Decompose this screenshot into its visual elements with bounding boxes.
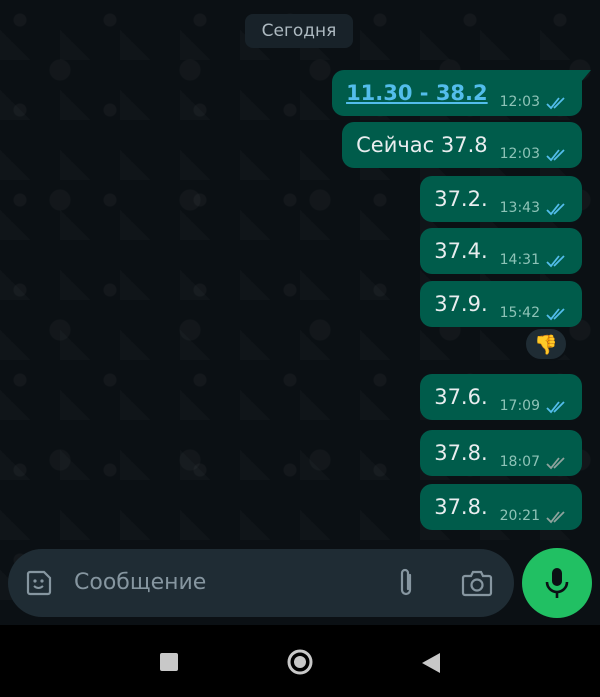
- message-input[interactable]: Сообщение: [74, 570, 206, 595]
- message-time: 20:21: [499, 508, 540, 524]
- message-bubble[interactable]: 37.8. 20:21: [420, 484, 582, 530]
- voice-record-button[interactable]: [522, 548, 592, 618]
- delivered-ticks-icon: [546, 456, 568, 470]
- message-bubble[interactable]: 37.8. 18:07: [420, 430, 582, 476]
- message-time: 15:42: [499, 305, 540, 321]
- message-text: Сейчас 37.8: [356, 133, 488, 157]
- microphone-icon: [544, 566, 570, 600]
- message-text: 37.9.: [434, 292, 488, 316]
- system-navigation-bar: [0, 625, 600, 697]
- read-ticks-icon: [546, 96, 568, 110]
- message-composer[interactable]: Сообщение: [8, 549, 514, 617]
- message-text: 37.2.: [434, 187, 488, 211]
- chat-area[interactable]: Сегодня 11.30 - 38.2 12:03 Сейчас 37.8 1…: [0, 0, 600, 625]
- message-time: 14:31: [499, 252, 540, 268]
- home-circle-icon[interactable]: [286, 648, 314, 676]
- message-bubble[interactable]: Сейчас 37.8 12:03: [342, 122, 582, 168]
- thumbs-down-reaction[interactable]: 👎: [524, 327, 568, 361]
- read-ticks-icon: [546, 307, 568, 321]
- message-bubble[interactable]: 37.6. 17:09: [420, 374, 582, 420]
- back-triangle-icon[interactable]: [420, 651, 442, 675]
- message-time: 18:07: [499, 454, 540, 470]
- message-time: 12:03: [499, 146, 540, 162]
- read-ticks-icon: [546, 148, 568, 162]
- paperclip-icon[interactable]: [392, 567, 420, 599]
- message-link[interactable]: 11.30 - 38.2: [346, 81, 488, 105]
- message-time: 13:43: [499, 200, 540, 216]
- message-bubble[interactable]: 11.30 - 38.2 12:03: [332, 70, 591, 116]
- date-chip: Сегодня: [245, 14, 353, 48]
- delivered-ticks-icon: [546, 510, 568, 524]
- read-ticks-icon: [546, 202, 568, 216]
- camera-icon[interactable]: [460, 568, 494, 598]
- message-bubble[interactable]: 37.4. 14:31: [420, 228, 582, 274]
- read-ticks-icon: [546, 400, 568, 414]
- message-text: 37.6.: [434, 385, 488, 409]
- message-text: 37.4.: [434, 239, 488, 263]
- message-text: 37.8.: [434, 441, 488, 465]
- sticker-icon[interactable]: [24, 568, 54, 598]
- message-text: 37.8.: [434, 495, 488, 519]
- read-ticks-icon: [546, 254, 568, 268]
- message-bubble[interactable]: 37.9. 15:42: [420, 281, 582, 327]
- recents-square-icon[interactable]: [158, 651, 180, 673]
- message-time: 17:09: [499, 398, 540, 414]
- message-time: 12:03: [499, 94, 540, 110]
- message-bubble[interactable]: 37.2. 13:43: [420, 176, 582, 222]
